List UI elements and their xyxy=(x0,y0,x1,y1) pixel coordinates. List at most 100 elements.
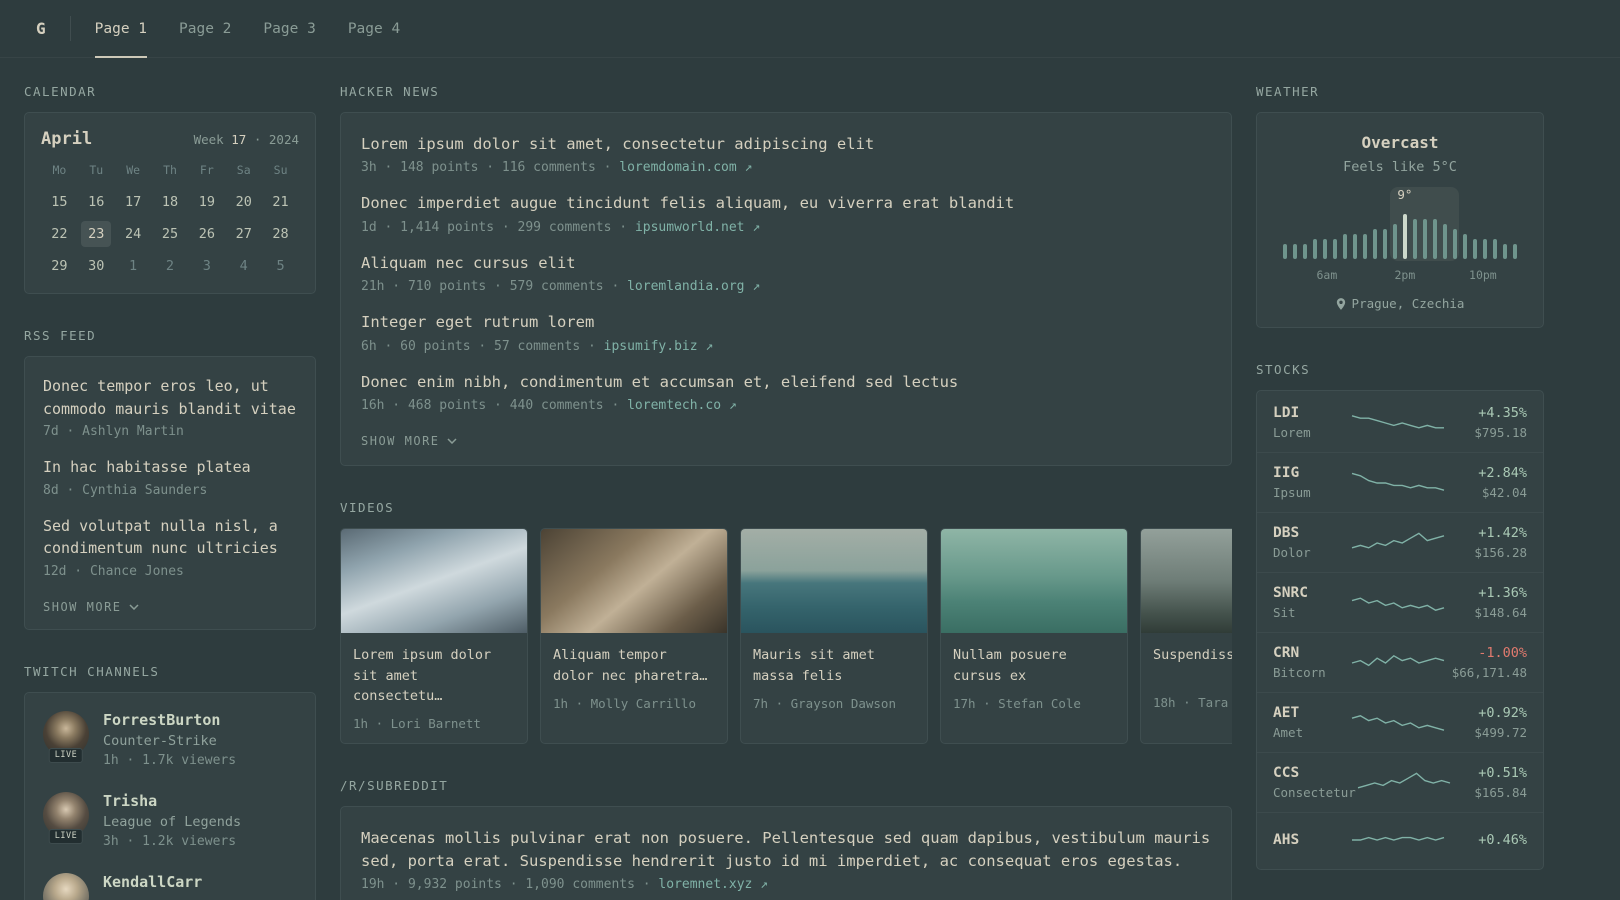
stock-row[interactable]: DBS Dolor +1.42% $156.28 xyxy=(1257,512,1543,572)
video-title: Mauris sit amet massa felis xyxy=(753,647,875,684)
stock-ticker: SNRC xyxy=(1273,585,1308,601)
calendar-week-label: Week 17 · 2024 xyxy=(194,132,299,147)
stock-name: Consectetur xyxy=(1273,785,1356,800)
video-card[interactable]: Nullam posuere cursus ex 17h · Stefan Col… xyxy=(940,528,1128,745)
hackernews-item-domain-link[interactable]: ipsumify.biz ↗ xyxy=(604,339,714,354)
calendar-day: 22 xyxy=(51,226,68,242)
hackernews-item-domain-link[interactable]: loremtech.co ↗ xyxy=(627,398,737,413)
rss-show-more-button[interactable]: SHOW MORE xyxy=(43,600,139,614)
rss-item-title[interactable]: Donec tempor eros leo, ut commodo mauris… xyxy=(43,375,297,420)
subreddit-item-title[interactable]: Maecenas mollis pulvinar erat non posuer… xyxy=(361,827,1211,872)
weather-feels-like: Feels like 5°C xyxy=(1343,159,1457,175)
stock-id: CCS Consectetur xyxy=(1273,765,1356,800)
stock-row[interactable]: IIG Ipsum +2.84% $42.04 xyxy=(1257,452,1543,512)
rss-item-title[interactable]: In hac habitasse platea xyxy=(43,456,297,479)
calendar-day: 23 xyxy=(81,221,112,247)
twitch-list: LIVE ForrestBurton Counter-Strike 1h · 1.7k… xyxy=(43,710,297,900)
tab-page-4[interactable]: Page 4 xyxy=(348,0,400,57)
twitch-card: LIVE ForrestBurton Counter-Strike 1h · 1.7k… xyxy=(24,691,316,900)
stock-price: $42.04 xyxy=(1481,485,1527,500)
sparkline-chart xyxy=(1352,654,1445,666)
temperature-bar xyxy=(1383,229,1387,259)
hackernews-item-meta: 1d · 1,414 points · 299 comments · ipsum… xyxy=(361,220,1211,235)
temperature-bar xyxy=(1393,224,1397,259)
twitch-channel[interactable]: LIVE ForrestBurton Counter-Strike 1h · 1.7k… xyxy=(43,710,297,768)
video-card-body: Nullam posuere cursus ex 17h · Stefan Col… xyxy=(941,633,1127,743)
stock-row[interactable]: LDI Lorem +4.35% $795.18 xyxy=(1257,393,1543,452)
stock-row[interactable]: AHS +0.46% xyxy=(1257,812,1543,867)
calendar-day: 16 xyxy=(88,194,105,210)
rss-item: In hac habitasse platea 8d · Cynthia Saun… xyxy=(43,456,297,498)
subreddit-section: /R/SUBREDDIT Maecenas mollis pulvinar er… xyxy=(340,778,1232,900)
subreddit-item: Maecenas mollis pulvinar erat non posuer… xyxy=(361,827,1211,892)
tab-page-2[interactable]: Page 2 xyxy=(179,0,231,57)
stock-id: LDI Lorem xyxy=(1273,405,1350,440)
calendar-day: 29 xyxy=(51,258,68,274)
hackernews-item-title[interactable]: Integer eget rutrum lorem xyxy=(361,311,1211,333)
nav-tabs: Page 1 Page 2 Page 3 Page 4 xyxy=(94,0,400,58)
channel-avatar: LIVE xyxy=(43,791,89,844)
chevron-down-icon xyxy=(447,438,457,445)
twitch-channel[interactable]: LIVE KendallCarr xyxy=(43,872,297,900)
stock-values: +0.46% xyxy=(1446,832,1527,848)
weather-hour-axis: 6am 2pm 10pm xyxy=(1283,268,1517,283)
hackernews-show-more-button[interactable]: SHOW MORE xyxy=(361,434,457,448)
stock-values: -1.00% $66,171.48 xyxy=(1446,645,1527,680)
tab-page-3[interactable]: Page 3 xyxy=(263,0,315,57)
video-card[interactable]: Aliquam tempor dolor nec pharetra… 1h · M… xyxy=(540,528,728,745)
hackernews-item-title[interactable]: Lorem ipsum dolor sit amet, consectetur … xyxy=(361,133,1211,155)
tab-page-1[interactable]: Page 1 xyxy=(94,0,148,58)
video-card[interactable]: Lorem ipsum dolor sit amet consectetu… 1h… xyxy=(340,528,528,745)
hackernews-item-domain-link[interactable]: ipsumworld.net ↗ xyxy=(635,220,760,235)
temperature-bar xyxy=(1473,239,1477,259)
location-pin-icon xyxy=(1336,297,1345,310)
twitch-section-title: TWITCH CHANNELS xyxy=(24,663,160,679)
channel-info: Trisha League of Legends 3h · 1.2k viewers xyxy=(103,792,241,849)
video-card[interactable]: Suspendisse diam 18h · Tara xyxy=(1140,528,1232,745)
weather-section-title: WEATHER xyxy=(1256,84,1320,99)
stock-row[interactable]: CRN Bitcorn -1.00% $66,171.48 xyxy=(1257,632,1543,692)
hackernews-item-title[interactable]: Aliquam nec cursus elit xyxy=(361,252,1211,274)
calendar-day: 3 xyxy=(202,258,211,274)
subreddit-list: Maecenas mollis pulvinar erat non posuer… xyxy=(361,827,1211,892)
stock-row[interactable]: AET Amet +0.92% $499.72 xyxy=(1257,692,1543,752)
stock-id: IIG Ipsum xyxy=(1273,465,1350,500)
video-card-body: Lorem ipsum dolor sit amet consectetu… 1h… xyxy=(341,633,527,743)
calendar-section-title: CALENDAR xyxy=(24,84,97,99)
temperature-bar xyxy=(1503,244,1507,259)
calendar-weekday: Tu xyxy=(89,163,104,177)
video-card[interactable]: Mauris sit amet massa felis 7h · Grayson … xyxy=(740,528,928,745)
stock-id: CRN Bitcorn xyxy=(1273,645,1350,680)
hour-label: 10pm xyxy=(1469,268,1497,282)
live-badge: LIVE xyxy=(48,828,84,844)
channel-meta: 3h · 1.2k viewers xyxy=(103,833,237,849)
show-more-label: SHOW MORE xyxy=(43,599,122,614)
calendar-day: 2 xyxy=(165,258,175,274)
hackernews-item-domain-link[interactable]: loremdomain.com ↗ xyxy=(619,160,752,175)
hackernews-item-meta: 6h · 60 points · 57 comments · ipsumify.… xyxy=(361,339,1211,354)
stock-id: AHS xyxy=(1273,832,1350,848)
hour-label: 2pm xyxy=(1394,268,1416,282)
subreddit-item-domain-link[interactable]: loremnet.xyz ↗ xyxy=(658,877,768,892)
logo[interactable]: G xyxy=(24,0,70,57)
rss-item-meta: 7d · Ashlyn Martin xyxy=(43,424,184,439)
temperature-bar xyxy=(1313,239,1317,259)
show-more-label: SHOW MORE xyxy=(361,434,440,449)
week-prefix: Week xyxy=(193,132,232,147)
video-title: Suspendisse diam xyxy=(1153,647,1232,664)
videos-section: VIDEOS Lorem ipsum dolor sit amet consec… xyxy=(340,500,1232,745)
rss-item-title[interactable]: Sed volutpat nulla nisl, a condimentum n… xyxy=(43,515,297,560)
hackernews-item-title[interactable]: Donec enim nibh, condimentum et accumsan… xyxy=(361,371,1211,393)
twitch-channel[interactable]: LIVE Trisha League of Legends 3h · 1.2k vie… xyxy=(43,791,297,849)
calendar-weekday: Mo xyxy=(52,163,67,177)
stock-row[interactable]: SNRC Sit +1.36% $148.64 xyxy=(1257,572,1543,632)
video-thumbnail xyxy=(341,529,527,634)
hackernews-item-title[interactable]: Donec imperdiet augue tincidunt felis al… xyxy=(361,192,1211,214)
week-year: · 2024 xyxy=(246,132,299,147)
calendar-day: 15 xyxy=(51,194,68,210)
temperature-bar xyxy=(1413,219,1417,259)
hackernews-item-domain-link[interactable]: loremlandia.org ↗ xyxy=(627,279,760,294)
temperature-bar xyxy=(1323,239,1327,259)
stock-name: Dolor xyxy=(1273,545,1311,560)
stock-row[interactable]: CCS Consectetur +0.51% $165.84 xyxy=(1257,752,1543,812)
